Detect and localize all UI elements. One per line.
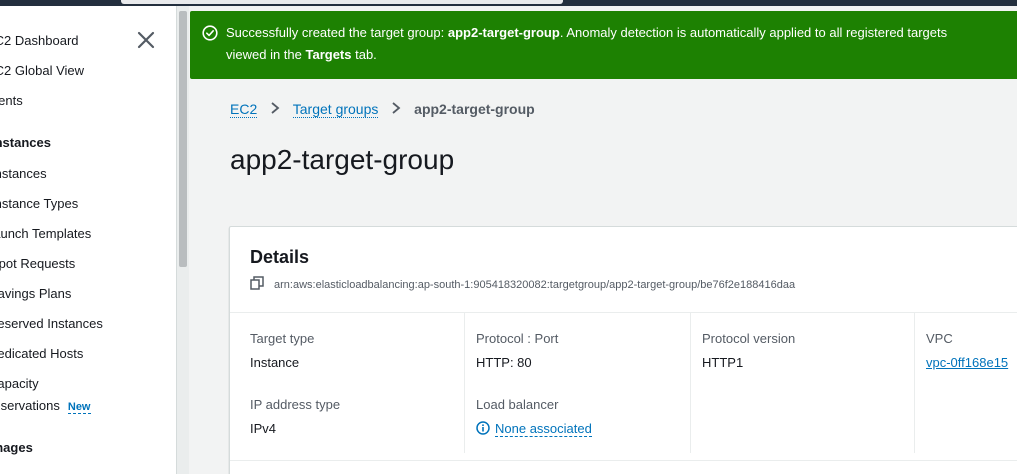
sidebar-item-ec2-global-view[interactable]: EC2 Global View bbox=[0, 63, 84, 78]
chevron-right-icon bbox=[267, 101, 283, 117]
copy-icon[interactable] bbox=[250, 276, 264, 290]
details-divider bbox=[230, 460, 1017, 461]
breadcrumb-current: app2-target-group bbox=[414, 101, 535, 117]
sidebar-item-reserved-instances[interactable]: Reserved Instances bbox=[0, 316, 103, 331]
new-badge: New bbox=[67, 401, 91, 414]
sidebar-section-instances[interactable]: Instances bbox=[0, 135, 51, 150]
protocol-version-value: HTTP1 bbox=[702, 355, 744, 370]
flash-line2-prefix: viewed in the bbox=[226, 47, 306, 62]
sidebar: EC2 Dashboard EC2 Global View Events Ins… bbox=[0, 6, 176, 474]
sidebar-item-launch-templates[interactable]: Launch Templates bbox=[0, 226, 91, 241]
details-panel: Details arn:aws:elasticloadbalancing:ap-… bbox=[229, 226, 1017, 474]
target-type-label: Target type bbox=[250, 331, 315, 346]
none-associated-link[interactable]: None associated bbox=[495, 421, 592, 437]
load-balancer-value[interactable]: None associated bbox=[476, 421, 592, 437]
flash-message-line1: Successfully created the target group: a… bbox=[226, 22, 947, 44]
flash-line2-suffix: tab. bbox=[351, 47, 377, 62]
details-header: Details arn:aws:elasticloadbalancing:ap-… bbox=[230, 227, 1017, 313]
sidebar-item-reservations[interactable]: Reservations New bbox=[0, 398, 91, 414]
sidebar-item-savings-plans[interactable]: Savings Plans bbox=[0, 286, 71, 301]
protocol-port-value: HTTP: 80 bbox=[476, 355, 532, 370]
arn-row: arn:aws:elasticloadbalancing:ap-south-1:… bbox=[250, 276, 795, 291]
breadcrumb-ec2[interactable]: EC2 bbox=[230, 101, 258, 118]
page-title: app2-target-group bbox=[230, 144, 455, 175]
sidebar-item-ec2-dashboard[interactable]: EC2 Dashboard bbox=[0, 33, 79, 48]
vpc-label: VPC bbox=[926, 331, 953, 346]
scrollbar-thumb[interactable] bbox=[179, 11, 187, 267]
vpc-link[interactable]: vpc-0ff168e15 bbox=[926, 355, 1008, 370]
sidebar-section-images[interactable]: Images bbox=[0, 440, 33, 455]
flash-targets-tab-name: Targets bbox=[305, 47, 352, 62]
sidebar-item-capacity[interactable]: Capacity bbox=[0, 376, 39, 391]
target-type-value: Instance bbox=[250, 355, 300, 370]
address-bar-edge[interactable] bbox=[121, 0, 563, 4]
details-column-3: Protocol version HTTP1 bbox=[690, 313, 914, 453]
sidebar-item-instances[interactable]: Instances bbox=[0, 166, 47, 181]
ip-address-type-value: IPv4 bbox=[250, 421, 277, 436]
breadcrumb-target-groups[interactable]: Target groups bbox=[292, 101, 379, 118]
details-column-2: Protocol : Port HTTP: 80 Load balancer N… bbox=[464, 313, 690, 453]
sidebar-item-spot-requests[interactable]: Spot Requests bbox=[0, 256, 75, 271]
details-title: Details bbox=[250, 247, 310, 267]
close-icon[interactable] bbox=[136, 30, 156, 50]
sidebar-item-instance-types[interactable]: Instance Types bbox=[0, 196, 78, 211]
success-flash-banner: Successfully created the target group: a… bbox=[190, 11, 1017, 79]
sidebar-scrollbar[interactable] bbox=[176, 6, 189, 474]
chevron-right-icon bbox=[388, 101, 404, 117]
protocol-port-label: Protocol : Port bbox=[476, 331, 559, 346]
flash-suffix: . Anomaly detection is automatically app… bbox=[559, 25, 948, 40]
arn-text: arn:aws:elasticloadbalancing:ap-south-1:… bbox=[274, 279, 796, 291]
protocol-version-label: Protocol version bbox=[702, 331, 796, 346]
flash-message-line2: viewed in the Targets tab. bbox=[226, 44, 377, 66]
ip-address-type-label: IP address type bbox=[250, 397, 341, 412]
info-icon bbox=[476, 421, 490, 435]
sidebar-item-dedicated-hosts[interactable]: Dedicated Hosts bbox=[0, 346, 83, 361]
sidebar-item-reservations-label: Reservations bbox=[0, 398, 60, 413]
sidebar-item-events[interactable]: Events bbox=[0, 93, 23, 108]
breadcrumb: EC2 Target groups app2-target-group bbox=[230, 101, 535, 118]
load-balancer-label: Load balancer bbox=[476, 397, 559, 412]
details-column-1: Target type Instance IP address type IPv… bbox=[250, 313, 464, 453]
flash-prefix: Successfully created the target group: bbox=[226, 25, 448, 40]
details-column-4: VPC vpc-0ff168e15 bbox=[914, 313, 1017, 453]
check-circle-icon bbox=[202, 25, 218, 41]
flash-target-group-name: app2-target-group bbox=[447, 25, 560, 40]
